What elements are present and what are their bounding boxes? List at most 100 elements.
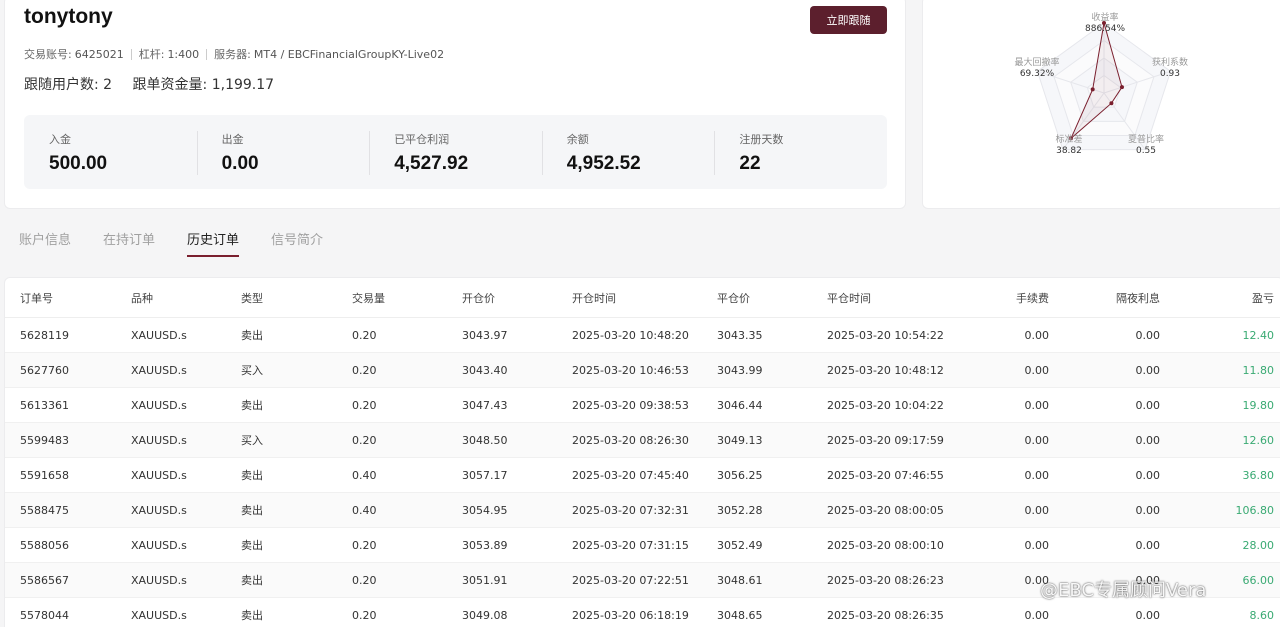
stat-value: 4,527.92 — [394, 153, 469, 174]
cell-open-time: 2025-03-20 10:46:53 — [572, 363, 689, 377]
cell-open-time: 2025-03-20 07:31:15 — [572, 538, 689, 552]
account-value: 6425021 — [74, 47, 124, 61]
radar-label-profit-factor: 获利系数 0.93 — [1151, 58, 1188, 79]
cell-close-price: 3056.25 — [717, 468, 763, 482]
cell-open-price: 3048.50 — [462, 433, 508, 447]
cell-commission: 0.00 — [1024, 398, 1050, 412]
stat-value: 500.00 — [49, 153, 108, 174]
cell-volume: 0.20 — [352, 363, 377, 377]
cell-commission: 0.00 — [1024, 503, 1050, 517]
cell-open-price: 3054.95 — [462, 503, 508, 517]
header-swap: 隔夜利息 — [1116, 291, 1160, 305]
radar-point — [1119, 85, 1124, 90]
cell-profit: 106.80 — [1235, 503, 1275, 517]
cell-profit: 12.60 — [1242, 433, 1275, 447]
cell-commission: 0.00 — [1024, 538, 1050, 552]
cell-type: 卖出 — [241, 329, 263, 342]
divider — [206, 48, 208, 60]
header-open-price: 开仓价 — [462, 291, 495, 305]
cell-open-price: 3043.40 — [462, 363, 508, 377]
cell-volume: 0.40 — [352, 468, 377, 482]
tab-bar: 账户信息 在持订单 历史订单 信号简介 — [19, 229, 355, 257]
radar-point — [1090, 87, 1095, 92]
cell-open-price: 3057.17 — [462, 468, 508, 482]
cell-swap: 0.00 — [1135, 328, 1161, 342]
cell-open-time: 2025-03-20 08:26:30 — [572, 433, 689, 447]
table-row[interactable]: 5591658 XAUUSD.s 卖出 0.40 3057.17 2025-03-20 0… — [5, 458, 1280, 493]
tab-order-history[interactable]: 历史订单 — [187, 229, 240, 257]
table-row[interactable]: 5578044 XAUUSD.s 卖出 0.20 3049.08 2025-03-20 0… — [5, 598, 1280, 627]
cell-type: 卖出 — [241, 399, 263, 412]
cell-commission: 0.00 — [1024, 363, 1050, 377]
cell-volume: 0.20 — [352, 398, 377, 412]
cell-symbol: XAUUSD.s — [131, 468, 187, 482]
table-row[interactable]: 5613361 XAUUSD.s 卖出 0.20 3047.43 2025-03-20 0… — [5, 388, 1280, 423]
tab-account-info[interactable]: 账户信息 — [19, 229, 71, 257]
cell-profit: 19.80 — [1242, 398, 1275, 412]
cell-symbol: XAUUSD.s — [131, 503, 187, 517]
cell-swap: 0.00 — [1135, 468, 1161, 482]
cell-symbol: XAUUSD.s — [131, 328, 187, 342]
cell-close-price: 3046.44 — [717, 398, 763, 412]
cell-order-id: 5586567 — [20, 573, 69, 587]
cell-open-price: 3043.97 — [462, 328, 508, 342]
table-row[interactable]: 5599483 XAUUSD.s 买入 0.20 3048.50 2025-03-20 0… — [5, 423, 1280, 458]
table-row[interactable]: 5588056 XAUUSD.s 卖出 0.20 3053.89 2025-03-20 0… — [5, 528, 1280, 563]
table-header: 订单号 品种 类型 交易量 开仓价 开仓时间 平仓价 平仓时间 手续费 隔夜利息 盈亏 — [5, 278, 1280, 318]
cell-commission: 0.00 — [1024, 608, 1050, 622]
radar-point — [1109, 101, 1114, 106]
cell-order-id: 5599483 — [20, 433, 69, 447]
cell-profit: 11.80 — [1242, 363, 1275, 377]
cell-order-id: 5627760 — [20, 363, 69, 377]
stat-closed-profit: 已平仓利润 4,527.92 — [369, 115, 542, 189]
tab-signal-intro[interactable]: 信号简介 — [271, 229, 323, 257]
cell-open-price: 3053.89 — [462, 538, 508, 552]
follow-button[interactable]: 立即跟随 — [810, 6, 887, 34]
cell-symbol: XAUUSD.s — [131, 398, 187, 412]
cell-type: 卖出 — [241, 504, 263, 517]
table-row[interactable]: 5588475 XAUUSD.s 卖出 0.40 3054.95 2025-03-20 0… — [5, 493, 1280, 528]
divider — [130, 48, 132, 60]
stat-registered-days: 注册天数 22 — [714, 115, 887, 189]
cell-type: 买入 — [241, 434, 263, 447]
stat-withdrawal: 出金 0.00 — [196, 115, 370, 189]
header-commission: 手续费 — [1016, 291, 1049, 305]
cell-profit: 12.40 — [1242, 328, 1275, 342]
cell-symbol: XAUUSD.s — [131, 538, 187, 552]
tab-open-orders[interactable]: 在持订单 — [103, 229, 155, 257]
cell-open-time: 2025-03-20 07:32:31 — [572, 503, 689, 517]
cell-symbol: XAUUSD.s — [131, 363, 187, 377]
cell-order-id: 5613361 — [20, 398, 69, 412]
history-table: 订单号 品种 类型 交易量 开仓价 开仓时间 平仓价 平仓时间 手续费 隔夜利息 盈亏 562811… — [4, 277, 1280, 627]
cell-swap: 0.00 — [1135, 398, 1161, 412]
header-symbol: 品种 — [131, 291, 153, 305]
followers-value: 2 — [103, 77, 113, 93]
cell-symbol: XAUUSD.s — [131, 573, 187, 587]
header-open-time: 开仓时间 — [572, 291, 616, 305]
stats-panel: 入金 500.00 出金 0.00 已平仓利润 4,527.92 余额 4,95… — [24, 115, 887, 189]
stat-label: 入金 — [49, 133, 71, 146]
stat-deposit: 入金 500.00 — [24, 115, 197, 189]
cell-volume: 0.20 — [352, 573, 377, 587]
cell-order-id: 5588056 — [20, 538, 69, 552]
stat-label: 注册天数 — [739, 133, 784, 146]
funds-value: 1,199.17 — [211, 77, 275, 93]
table-row[interactable]: 5628119 XAUUSD.s 卖出 0.20 3043.97 2025-03-20 1… — [5, 318, 1280, 353]
cell-swap: 0.00 — [1135, 363, 1161, 377]
stat-label: 已平仓利润 — [394, 133, 450, 146]
cell-order-id: 5578044 — [20, 608, 69, 622]
cell-open-time: 2025-03-20 07:22:51 — [572, 573, 689, 587]
header-order-id: 订单号 — [20, 291, 53, 305]
cell-type: 卖出 — [241, 469, 263, 482]
cell-open-time: 2025-03-20 06:18:19 — [572, 608, 689, 622]
account-meta: 交易账号: 6425021 杠杆: 1:400 服务器: MT4 / EBCFi… — [24, 46, 444, 62]
table-row[interactable]: 5627760 XAUUSD.s 买入 0.20 3043.40 2025-03-20 1… — [5, 353, 1280, 388]
radar-label-stddev: 标准差 38.82 — [1055, 135, 1083, 156]
follow-summary: 跟随用户数: 2 跟单资金量: 1,199.17 — [24, 74, 290, 94]
radar-label-return: 收益率 886.54% — [1085, 13, 1126, 34]
cell-commission: 0.00 — [1024, 328, 1050, 342]
cell-commission: 0.00 — [1024, 433, 1050, 447]
cell-open-price: 3049.08 — [462, 608, 508, 622]
trader-name: tonytony — [24, 5, 113, 28]
stat-balance: 余额 4,952.52 — [541, 115, 715, 189]
